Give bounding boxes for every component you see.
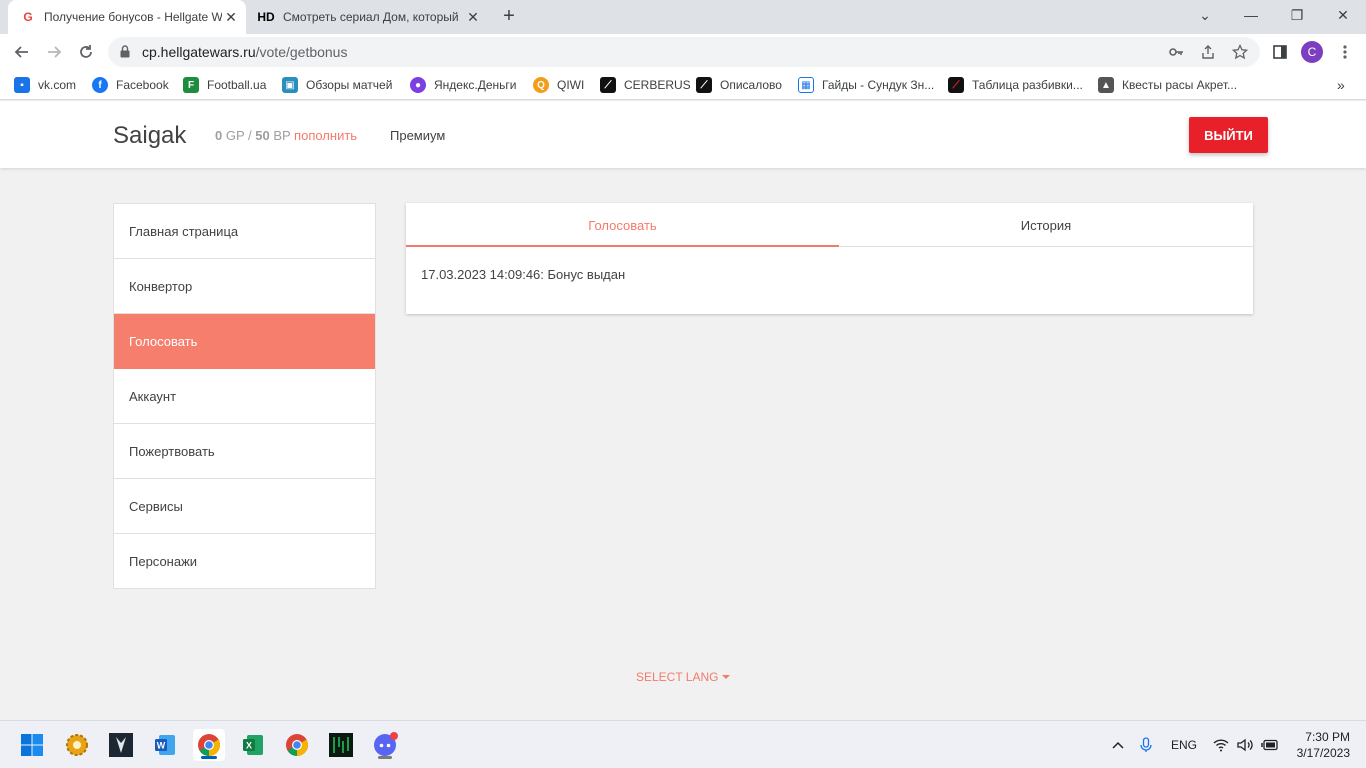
sidebar-menu: Главная страница Конвертор Голосовать Ак… [113,203,376,589]
guides-icon: ▦ [798,77,814,93]
bookmarks-bar: ▪ vk.com f Facebook F Football.ua ▣ Обзоры м… [0,70,1366,100]
quests-icon: ▲ [1098,77,1114,93]
menu-kebab-icon[interactable] [1333,40,1357,64]
active-tab-indicator [406,245,839,247]
bp-amount: 50 [255,128,270,143]
url-text[interactable]: cp.hellgatewars.ru/vote/getbonus [142,44,347,60]
side-panel-icon[interactable] [1268,40,1292,64]
clock-time: 7:30 PM [1305,730,1350,744]
show-hidden-icons-chevron-icon[interactable] [1110,735,1126,755]
close-tab-icon[interactable]: ✕ [222,8,240,26]
sidebar-item-characters[interactable]: Персонажи [114,534,375,589]
active-app-indicator [201,756,217,759]
windows-taskbar: W X ENG 7:30 PM 3/17/2023 [0,720,1366,768]
vote-tabs: Голосовать История [406,203,1253,247]
site-header: Saigak 0 GP / 50 BP пополнить Премиум ВЫ… [0,101,1366,168]
bookmark-opisalovo[interactable]: ⟋ Описалово [696,76,782,94]
bookmark-football[interactable]: F Football.ua [183,76,266,94]
chrome-profile-2-icon[interactable] [281,729,313,761]
start-windows-icon[interactable] [16,729,48,761]
bookmark-guides[interactable]: ▦ Гайды - Сундук Зн... [798,76,934,94]
opisalovo-icon: ⟋ [696,77,712,93]
tab-search-chevron-icon[interactable]: ⌄ [1182,0,1228,30]
close-window-button[interactable]: ✕ [1320,0,1366,30]
more-bookmarks-icon[interactable]: » [1337,76,1345,94]
gear-app-icon[interactable] [61,729,93,761]
sidebar-item-converter[interactable]: Конвертор [114,259,375,314]
address-bar[interactable]: cp.hellgatewars.ru/vote/getbonus [108,37,1260,67]
logout-button[interactable]: ВЫЙТИ [1189,117,1268,153]
bookmark-qiwi[interactable]: Q QIWI [533,76,584,94]
sidebar-item-account[interactable]: Аккаунт [114,369,375,424]
bonus-log-entry: 17.03.2023 14:09:46: Бонус выдан [421,267,626,282]
bookmark-table[interactable]: ⟋ Таблица разбивки... [948,76,1083,94]
topup-link[interactable]: пополнить [294,128,357,143]
bookmark-vk[interactable]: ▪ vk.com [14,76,76,94]
svg-text:X: X [246,741,252,751]
wifi-icon[interactable] [1212,735,1230,755]
new-tab-button[interactable]: + [498,5,520,27]
chrome-icon[interactable] [193,729,225,761]
browser-tab-active[interactable]: G Получение бонусов - Hellgate W ✕ [8,0,246,34]
vk-icon: ▪ [14,77,30,93]
system-clock[interactable]: 7:30 PM 3/17/2023 [1288,729,1350,761]
cerberus-icon: ⟋ [600,77,616,93]
volume-icon[interactable] [1236,735,1254,755]
page-content: Saigak 0 GP / 50 BP пополнить Премиум ВЫ… [0,101,1366,720]
hd-favicon-icon: HD [257,10,275,24]
key-icon[interactable] [1167,43,1185,61]
share-icon[interactable] [1199,43,1217,61]
tab-title: Получение бонусов - Hellgate W [44,10,222,24]
sidebar-item-vote[interactable]: Голосовать [114,314,375,369]
bookmark-star-icon[interactable] [1231,43,1249,61]
sidebar-item-donate[interactable]: Пожертвовать [114,424,375,479]
match-reviews-icon: ▣ [282,77,298,93]
lock-icon[interactable] [120,45,130,58]
bookmark-match-reviews[interactable]: ▣ Обзоры матчей [282,76,392,94]
sidebar-item-home[interactable]: Главная страница [114,204,375,259]
browser-tabstrip: G Получение бонусов - Hellgate W ✕ HD См… [0,0,1366,34]
bookmark-facebook[interactable]: f Facebook [92,76,169,94]
profile-avatar[interactable]: C [1301,41,1323,63]
close-tab-icon[interactable]: ✕ [464,8,482,26]
tab-history[interactable]: История [839,203,1253,247]
bookmark-cerberus[interactable]: ⟋ CERBERUS [600,76,691,94]
football-ua-icon: F [183,77,199,93]
balance: 0 GP / 50 BP пополнить [215,128,358,143]
facebook-icon: f [92,77,108,93]
vote-card: Голосовать История 17.03.2023 14:09:46: … [406,203,1253,314]
premium-link[interactable]: Премиум [390,128,445,143]
word-icon[interactable]: W [149,729,181,761]
discord-icon[interactable] [369,729,401,761]
input-language[interactable]: ENG [1168,735,1200,755]
back-arrow-icon[interactable] [10,40,34,64]
minimize-button[interactable]: — [1228,0,1274,30]
reload-icon[interactable] [74,40,98,64]
table-icon: ⟋ [948,77,964,93]
running-app-indicator [378,756,392,759]
browser-tab[interactable]: HD Смотреть сериал Дом, который ✕ [250,0,488,34]
qiwi-icon: Q [533,77,549,93]
bookmark-quests[interactable]: ▲ Квесты расы Акрет... [1098,76,1237,94]
microphone-icon[interactable] [1138,735,1154,755]
caret-down-icon [722,675,731,679]
tab-vote[interactable]: Голосовать [406,203,839,247]
hellgate-favicon-icon: G [23,10,33,24]
excel-icon[interactable]: X [237,729,269,761]
tab-title: Смотреть сериал Дом, который [283,10,459,24]
bookmark-yandex-money[interactable]: ● Яндекс.Деньги [410,76,516,94]
clock-date: 3/17/2023 [1296,746,1350,760]
hellgate-app-icon[interactable] [105,729,137,761]
matrix-app-icon[interactable] [325,729,357,761]
select-lang-dropdown[interactable]: SELECT LANG [636,670,731,684]
svg-text:W: W [157,741,166,751]
sidebar-item-services[interactable]: Сервисы [114,479,375,534]
restore-button[interactable]: ❐ [1274,0,1320,30]
browser-toolbar: cp.hellgatewars.ru/vote/getbonus C [0,34,1366,70]
username: Saigak [113,122,187,149]
battery-icon[interactable] [1260,735,1280,755]
forward-arrow-icon[interactable] [42,40,66,64]
yandex-money-icon: ● [410,77,426,93]
